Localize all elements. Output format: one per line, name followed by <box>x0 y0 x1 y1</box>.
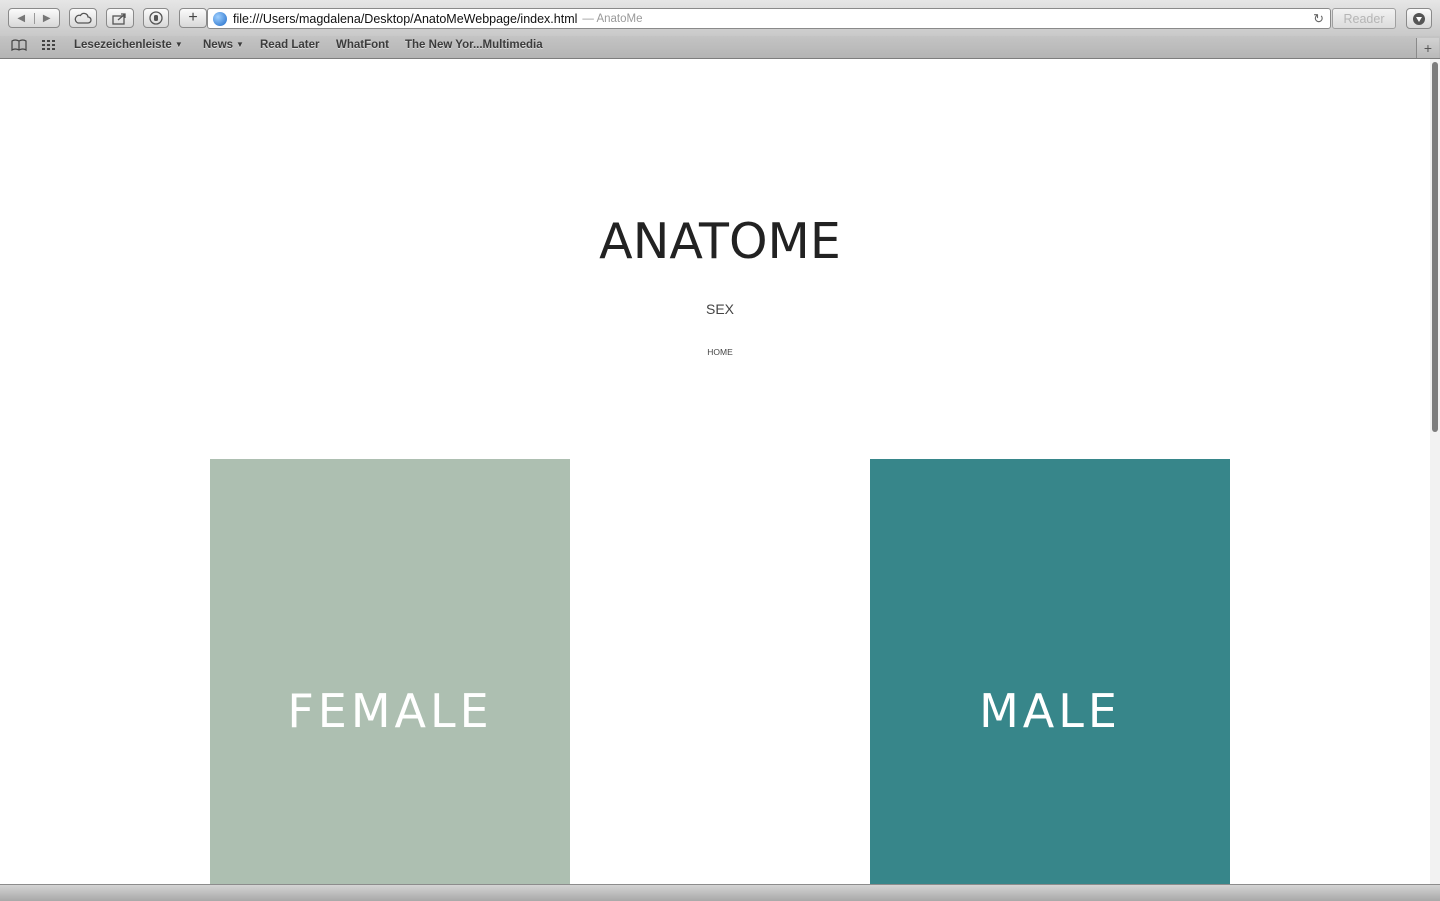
address-bar[interactable]: file:///Users/magdalena/Desktop/AnatoMeW… <box>207 8 1331 29</box>
download-icon <box>1413 12 1425 25</box>
new-tab-button[interactable]: + <box>1416 38 1439 58</box>
bookmark-whatfont[interactable]: WhatFont <box>336 39 389 51</box>
reading-list-icon[interactable] <box>11 39 27 53</box>
back-forward-buttons[interactable]: ◀ ▶ <box>8 8 60 28</box>
female-card[interactable]: FEMALE <box>210 459 570 884</box>
share-icon <box>112 12 126 25</box>
url-text[interactable]: file:///Users/magdalena/Desktop/AnatoMeW… <box>233 12 577 26</box>
web-page: ANATOME SEX HOME FEMALE MALE <box>0 59 1430 884</box>
male-card-label: MALE <box>979 684 1121 738</box>
page-title: — AnatoMe <box>582 12 643 25</box>
icloud-tabs-icon <box>74 12 92 24</box>
back-arrow-icon[interactable]: ◀ <box>9 13 34 24</box>
scrollbar-thumb[interactable] <box>1432 62 1438 432</box>
plus-icon: + <box>188 9 198 26</box>
top-sites-grid-icon[interactable] <box>41 39 57 53</box>
status-bar <box>0 884 1440 901</box>
bookmark-lesezeichenleiste[interactable]: Lesezeichenleiste ▼ <box>74 39 183 51</box>
site-logo[interactable]: ANATOME <box>0 213 1430 270</box>
share-button[interactable] <box>106 8 134 28</box>
reload-icon[interactable]: ↻ <box>1313 11 1324 27</box>
privacy-button[interactable] <box>143 8 169 28</box>
privacy-hand-icon <box>149 11 163 25</box>
bookmark-new-york-multimedia[interactable]: The New Yor...Multimedia <box>405 39 543 51</box>
nav-sex[interactable]: SEX <box>0 301 1430 317</box>
icloud-tabs-button[interactable] <box>69 8 97 28</box>
globe-icon <box>213 11 227 26</box>
bookmark-read-later[interactable]: Read Later <box>260 39 319 51</box>
browser-toolbar: ◀ ▶ + file:///Users/magdalena/Desktop/An… <box>0 0 1440 37</box>
forward-arrow-icon[interactable]: ▶ <box>33 12 60 24</box>
bookmarks-bar: Lesezeichenleiste ▼ News ▼ Read Later What… <box>0 36 1440 59</box>
add-bookmark-button[interactable]: + <box>179 8 207 28</box>
downloads-button[interactable] <box>1406 8 1432 29</box>
male-card[interactable]: MALE <box>870 459 1230 884</box>
reader-button[interactable]: Reader <box>1332 8 1396 29</box>
bookmark-news[interactable]: News ▼ <box>203 39 244 51</box>
female-card-label: FEMALE <box>287 684 493 738</box>
chevron-down-icon: ▼ <box>174 40 183 49</box>
vertical-scrollbar[interactable] <box>1430 59 1440 884</box>
nav-home-link[interactable]: HOME <box>0 347 1430 357</box>
chevron-down-icon: ▼ <box>236 40 244 49</box>
